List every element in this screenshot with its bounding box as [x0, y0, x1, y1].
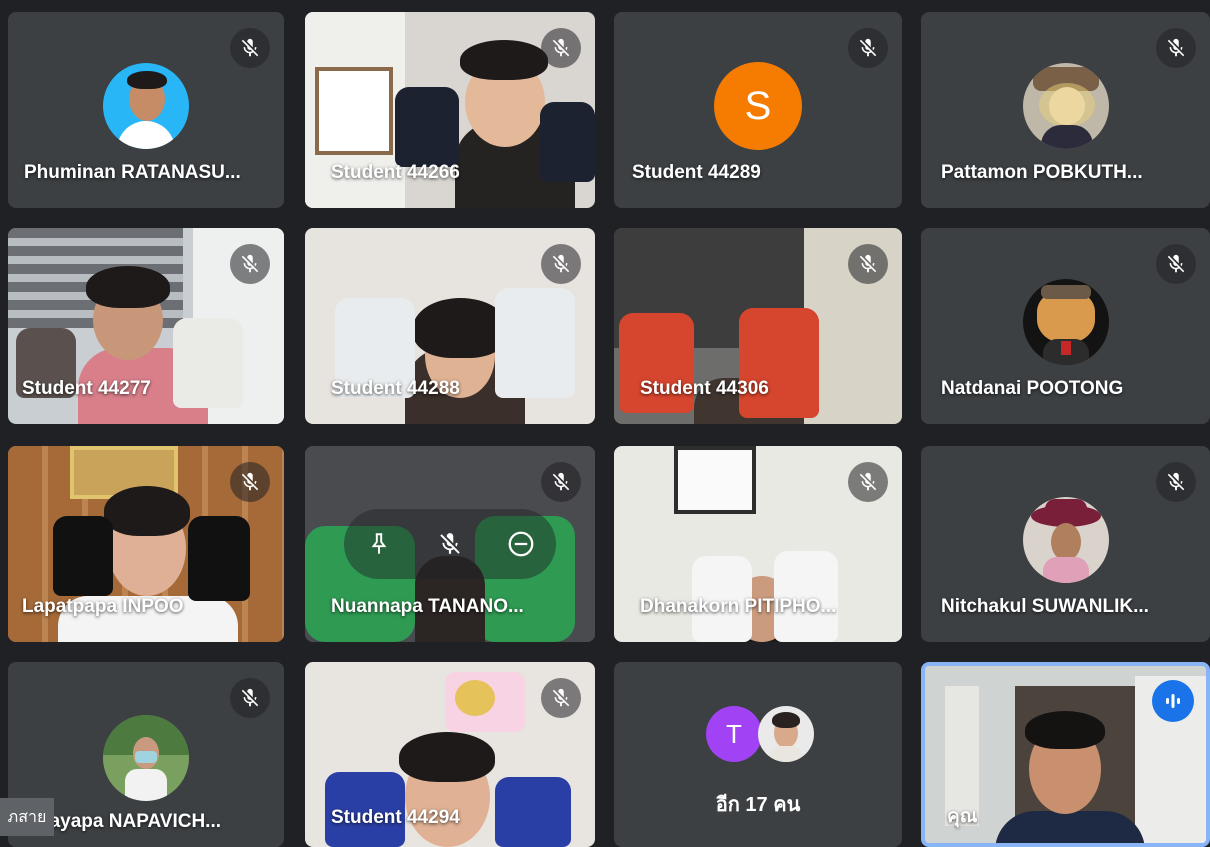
participant-name: Student 44306: [640, 378, 769, 399]
participant-name: Natdanai POOTONG: [941, 378, 1124, 399]
participant-name: Lapatpapa INPOO: [22, 596, 184, 617]
avatar-letter: T: [706, 706, 762, 762]
mic-off-icon: [230, 244, 270, 284]
avatar: [1022, 279, 1109, 366]
avatar: [103, 63, 189, 150]
caption-chip: ภสาย: [0, 798, 54, 836]
mic-off-icon: [541, 244, 581, 284]
more-participants-count: อีก 17 คน: [715, 794, 801, 816]
participant-name: Pattamon POBKUTH...: [941, 162, 1143, 183]
mic-off-icon: [230, 28, 270, 68]
participant-tile[interactable]: Dhanakorn PITIPHO...: [614, 446, 902, 642]
participant-name: Student 44266: [331, 162, 460, 183]
audio-level-icon: [1152, 680, 1194, 722]
mic-off-icon: [541, 28, 581, 68]
participant-tile[interactable]: Student 44266: [305, 12, 595, 208]
mic-off-icon: [230, 462, 270, 502]
participant-name: Student 44289: [632, 162, 761, 183]
participant-tile[interactable]: Phuminan RATANASU...: [8, 12, 284, 208]
participant-name: Student 44288: [331, 378, 460, 399]
participant-tile[interactable]: Natdanai POOTONG: [921, 228, 1210, 424]
participant-name: nayapa NAPAVICH...: [38, 811, 222, 832]
avatar: [1022, 497, 1109, 584]
remove-icon[interactable]: [498, 521, 544, 567]
participant-tile[interactable]: Lapatpapa INPOO: [8, 446, 284, 642]
mic-off-icon: [848, 462, 888, 502]
participant-name: Student 44294: [331, 807, 460, 828]
mic-off-icon: [541, 678, 581, 718]
overflow-tile[interactable]: T อีก 17 คน: [614, 662, 902, 847]
avatar: [103, 715, 189, 802]
participant-name: Student 44277: [22, 378, 151, 399]
mic-off-icon: [848, 28, 888, 68]
participant-name: Nuannapa TANANO...: [331, 596, 524, 617]
participant-name: Nitchakul SUWANLIK...: [941, 596, 1149, 617]
participant-tile[interactable]: Student 44277: [8, 228, 284, 424]
participant-tile[interactable]: Student 44288: [305, 228, 595, 424]
avatar-letter: S: [714, 62, 802, 151]
pin-icon[interactable]: [356, 521, 402, 567]
mic-off-icon[interactable]: [427, 521, 473, 567]
participant-tile[interactable]: Student 44294: [305, 662, 595, 847]
mic-off-icon: [1156, 244, 1196, 284]
participant-tile[interactable]: Student 44306: [614, 228, 902, 424]
participant-name: คุณ: [947, 806, 978, 827]
participant-tile[interactable]: S Student 44289: [614, 12, 902, 208]
participant-tile[interactable]: Nuannapa TANANO...: [305, 446, 595, 642]
participant-tile[interactable]: Nitchakul SUWANLIK...: [921, 446, 1210, 642]
self-tile[interactable]: คุณ: [921, 662, 1210, 847]
mic-off-icon: [1156, 28, 1196, 68]
participant-name: Dhanakorn PITIPHO...: [640, 596, 837, 617]
mic-off-icon: [541, 462, 581, 502]
avatar: [758, 706, 814, 762]
mic-off-icon: [848, 244, 888, 284]
mic-off-icon: [230, 678, 270, 718]
participant-name: Phuminan RATANASU...: [24, 162, 241, 183]
mic-off-icon: [1156, 462, 1196, 502]
participant-tile[interactable]: Pattamon POBKUTH...: [921, 12, 1210, 208]
participant-hover-controls: [344, 509, 556, 579]
avatar: [1022, 63, 1109, 150]
